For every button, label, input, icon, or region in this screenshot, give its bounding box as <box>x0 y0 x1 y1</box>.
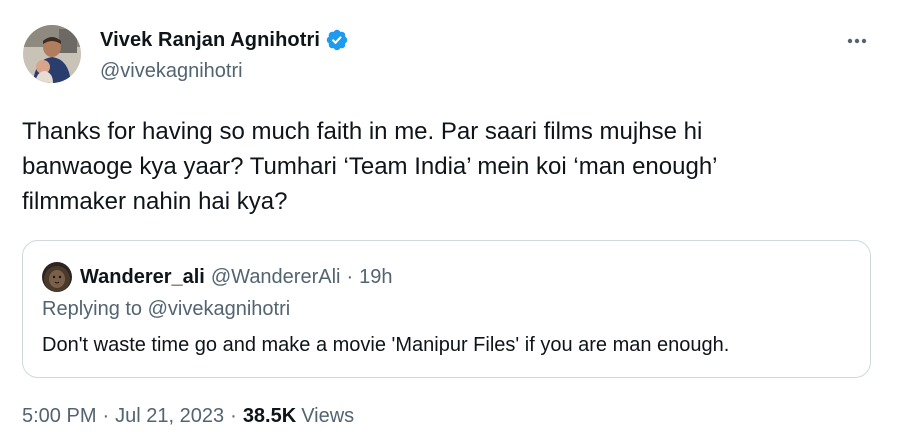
replying-to-label: Replying to @vivekagnihotri <box>42 298 291 320</box>
verified-badge-icon <box>325 28 349 52</box>
views-label: Views <box>301 405 355 427</box>
quoted-tweet-card[interactable]: Wanderer_ali @WandererAli · 19h Replying… <box>22 240 871 378</box>
quoted-tweet-text: Don't waste time go and make a movie 'Ma… <box>42 334 730 356</box>
tweet-card: Vivek Ranjan Agnihotri @vivekagnihotri T… <box>0 0 903 447</box>
quoted-author-name[interactable]: Wanderer_ali <box>80 266 205 289</box>
more-horizontal-icon <box>847 38 867 44</box>
tweet-text-line: banwaoge kya yaar? Tumhari ‘Team India’ … <box>22 153 718 180</box>
author-name-row[interactable]: Vivek Ranjan Agnihotri <box>100 28 349 52</box>
author-handle[interactable]: @vivekagnihotri <box>100 60 243 83</box>
quoted-author-avatar[interactable] <box>42 262 72 292</box>
author-display-name[interactable]: Vivek Ranjan Agnihotri <box>100 29 320 52</box>
quoted-tweet-time[interactable]: 19h <box>359 266 392 289</box>
separator-dot: · <box>346 265 354 288</box>
tweet-text-line: filmmaker nahin hai kya? <box>22 188 288 215</box>
quoted-author-handle[interactable]: @WandererAli <box>211 266 341 289</box>
tweet-date[interactable]: Jul 21, 2023 <box>115 405 224 428</box>
more-options-button[interactable] <box>842 30 872 52</box>
lion-avatar-icon <box>42 262 72 292</box>
quoted-tweet-header: Wanderer_ali @WandererAli · 19h <box>42 262 393 292</box>
tweet-time[interactable]: 5:00 PM <box>22 405 96 428</box>
separator-dot: · <box>230 405 237 427</box>
tweet-text: Thanks for having so much faith in me. P… <box>22 114 872 219</box>
tweet-text-line: Thanks for having so much faith in me. P… <box>22 118 703 145</box>
author-avatar[interactable] <box>23 25 81 83</box>
separator-dot: · <box>102 405 110 427</box>
views-count: 38.5K <box>242 405 297 427</box>
tweet-meta: 5:00 PM · Jul 21, 2023 · 38.5K Views <box>22 405 354 428</box>
profile-photo-avatar <box>23 25 81 83</box>
